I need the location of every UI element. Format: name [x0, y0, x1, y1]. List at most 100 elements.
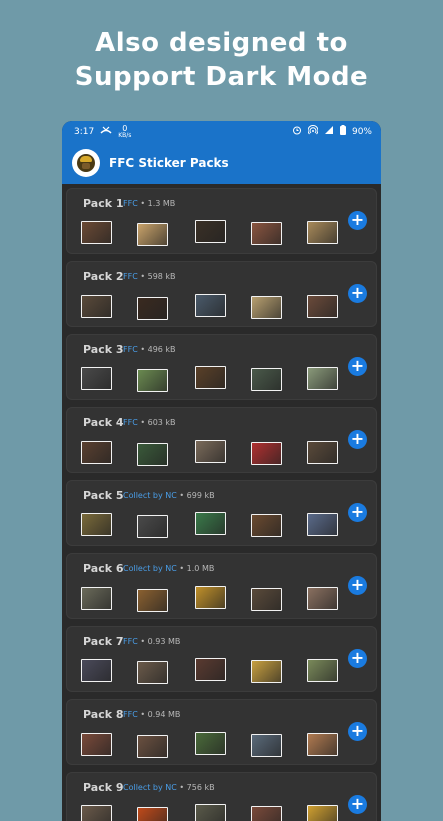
sticker-thumbnail — [81, 441, 112, 464]
sticker-thumbnail — [195, 804, 226, 821]
sticker-thumbnail — [195, 512, 226, 535]
sticker-previews — [81, 658, 343, 689]
pack-card[interactable]: Pack 2 FFC • 598 kB + — [66, 261, 377, 327]
pack-publisher: FFC — [123, 637, 138, 646]
pack-name: Pack 5 — [83, 489, 124, 502]
sticker-thumbnail — [137, 807, 168, 821]
pack-name: Pack 8 — [83, 708, 124, 721]
sticker-thumbnail — [81, 221, 112, 244]
pack-meta: FFC • 598 kB — [123, 272, 176, 281]
sticker-previews — [81, 440, 343, 470]
meta-separator: • — [176, 564, 187, 573]
add-to-whatsapp-button[interactable]: + — [348, 211, 367, 230]
sticker-thumbnail — [251, 734, 282, 757]
sticker-thumbnail — [307, 805, 338, 821]
pack-name: Pack 2 — [83, 270, 124, 283]
pack-meta: Collect by NC • 699 kB — [123, 491, 215, 500]
missed-call-icon — [100, 125, 112, 138]
battery-percent: 90% — [351, 126, 372, 137]
sticker-thumbnail — [195, 220, 226, 243]
pack-size: 598 kB — [147, 272, 176, 281]
pack-meta: FFC • 603 kB — [123, 418, 176, 427]
meta-separator: • — [137, 418, 148, 427]
sticker-thumbnail — [307, 733, 338, 756]
sticker-thumbnail — [307, 659, 338, 682]
status-time: 3:17 — [74, 126, 95, 137]
pack-name: Pack 7 — [83, 635, 124, 648]
add-to-whatsapp-button[interactable]: + — [348, 284, 367, 303]
sticker-thumbnail — [81, 367, 112, 390]
meta-separator: • — [137, 272, 148, 281]
sticker-thumbnail — [81, 659, 112, 682]
pack-list: Pack 1 FFC • 1.3 MB + Pack 2 FFC • 598 kB + Pa… — [62, 184, 381, 821]
add-to-whatsapp-button[interactable]: + — [348, 503, 367, 522]
sticker-thumbnail — [195, 366, 226, 389]
sticker-thumbnail — [195, 658, 226, 681]
sticker-thumbnail — [307, 513, 338, 536]
sticker-thumbnail — [195, 440, 226, 463]
sticker-thumbnail — [307, 295, 338, 318]
pack-card[interactable]: Pack 8 FFC • 0.94 MB + — [66, 699, 377, 765]
sticker-thumbnail — [195, 732, 226, 755]
sticker-previews — [81, 732, 343, 762]
sticker-thumbnail — [251, 588, 282, 611]
pack-name: Pack 1 — [83, 197, 124, 210]
pack-card[interactable]: Pack 4 FFC • 603 kB + — [66, 407, 377, 473]
add-to-whatsapp-button[interactable]: + — [348, 430, 367, 449]
app-logo — [72, 149, 100, 177]
sticker-thumbnail — [251, 222, 282, 245]
pack-size: 699 kB — [186, 491, 215, 500]
app-bar: FFC Sticker Packs — [62, 142, 381, 184]
pack-publisher: FFC — [123, 710, 138, 719]
promo-headline: Also designed to Support Dark Mode — [0, 26, 443, 94]
pack-size: 1.0 MB — [186, 564, 215, 573]
sticker-thumbnail — [307, 367, 338, 390]
pack-name: Pack 4 — [83, 416, 124, 429]
sticker-thumbnail — [251, 442, 282, 465]
pack-meta: FFC • 1.3 MB — [123, 199, 175, 208]
meta-separator: • — [176, 491, 187, 500]
add-to-whatsapp-button[interactable]: + — [348, 649, 367, 668]
meta-separator: • — [137, 199, 148, 208]
add-to-whatsapp-button[interactable]: + — [348, 795, 367, 814]
pack-size: 756 kB — [186, 783, 215, 792]
sticker-thumbnail — [81, 295, 112, 318]
meta-separator: • — [137, 345, 148, 354]
pack-card[interactable]: Pack 7 FFC • 0.93 MB + — [66, 626, 377, 692]
sticker-thumbnail — [307, 587, 338, 610]
sticker-thumbnail — [137, 369, 168, 392]
sticker-previews — [81, 804, 343, 821]
sticker-thumbnail — [137, 297, 168, 320]
pack-publisher: FFC — [123, 418, 138, 427]
pack-name: Pack 3 — [83, 343, 124, 356]
alarm-icon — [292, 125, 302, 138]
pack-meta: FFC • 0.93 MB — [123, 637, 180, 646]
pack-size: 496 kB — [147, 345, 176, 354]
sticker-previews — [81, 366, 343, 397]
battery-icon — [339, 125, 346, 138]
sticker-thumbnail — [195, 586, 226, 609]
pack-card[interactable]: Pack 5 Collect by NC • 699 kB + — [66, 480, 377, 546]
sticker-thumbnail — [307, 221, 338, 244]
add-to-whatsapp-button[interactable]: + — [348, 722, 367, 741]
sticker-previews — [81, 294, 343, 324]
pack-card[interactable]: Pack 3 FFC • 496 kB + — [66, 334, 377, 400]
pack-name: Pack 6 — [83, 562, 124, 575]
sticker-thumbnail — [137, 223, 168, 246]
pack-meta: Collect by NC • 1.0 MB — [123, 564, 214, 573]
sticker-thumbnail — [251, 806, 282, 821]
pack-meta: FFC • 496 kB — [123, 345, 176, 354]
pack-card[interactable]: Pack 1 FFC • 1.3 MB + — [66, 188, 377, 254]
sticker-thumbnail — [137, 443, 168, 466]
pack-publisher: FFC — [123, 199, 138, 208]
pack-card[interactable]: Pack 9 Collect by NC • 756 kB + — [66, 772, 377, 821]
sticker-thumbnail — [307, 441, 338, 464]
sticker-thumbnail — [251, 368, 282, 391]
pack-meta: FFC • 0.94 MB — [123, 710, 180, 719]
promo-line-2: Support Dark Mode — [74, 62, 369, 92]
pack-card[interactable]: Pack 6 Collect by NC • 1.0 MB + — [66, 553, 377, 619]
sticker-thumbnail — [137, 661, 168, 684]
add-to-whatsapp-button[interactable]: + — [348, 576, 367, 595]
phone-screen: 3:17 0 KB/s 90% FFC Sticker Packs Pack 1… — [62, 121, 381, 821]
add-to-whatsapp-button[interactable]: + — [348, 357, 367, 376]
